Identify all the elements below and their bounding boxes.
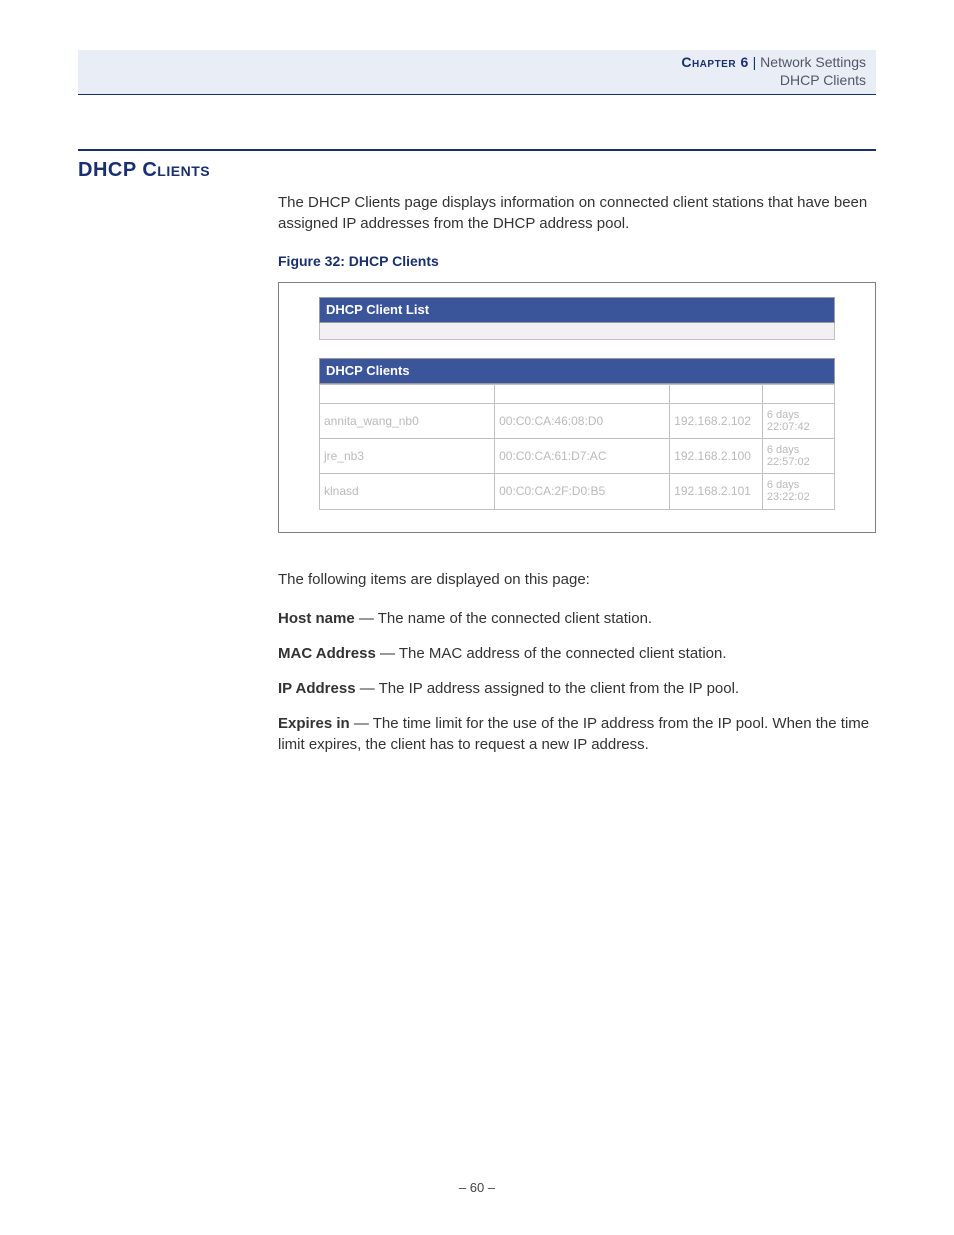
definition-desc: — The time limit for the use of the IP a… xyxy=(278,715,869,753)
definition-term: IP Address xyxy=(278,680,356,697)
definition-term: Expires in xyxy=(278,715,350,732)
page-number: – 60 – xyxy=(0,1180,954,1195)
table-row: klnasd 00:C0:CA:2F:D0:B5 192.168.2.101 6… xyxy=(320,474,835,509)
table-row: jre_nb3 00:C0:CA:61:D7:AC 192.168.2.100 … xyxy=(320,439,835,474)
dhcp-client-table: annita_wang_nb0 00:C0:CA:46:08:D0 192.16… xyxy=(319,384,835,510)
section-rule xyxy=(78,149,876,151)
screenshot-figure: DHCP Client List DHCP Clients annita_wan… xyxy=(278,282,876,533)
panel-title-dhcp-clients: DHCP Clients xyxy=(319,358,835,384)
cell-ip: 192.168.2.102 xyxy=(670,403,763,438)
page-header: Chapter 6 | Network Settings DHCP Client… xyxy=(78,50,876,95)
cell-ip: 192.168.2.100 xyxy=(670,439,763,474)
panel-title-client-list: DHCP Client List xyxy=(319,297,835,323)
cell-mac: 00:C0:CA:61:D7:AC xyxy=(495,439,670,474)
panel-band-1 xyxy=(319,323,835,340)
header-section: Network Settings xyxy=(760,54,866,70)
chapter-label: Chapter 6 xyxy=(681,54,748,70)
cell-mac: 00:C0:CA:2F:D0:B5 xyxy=(495,474,670,509)
cell-host: klnasd xyxy=(320,474,495,509)
definition-item: Host name — The name of the connected cl… xyxy=(278,608,876,629)
cell-ip: 192.168.2.101 xyxy=(670,474,763,509)
cell-expires: 6 days 23:22:02 xyxy=(762,474,834,509)
definition-item: IP Address — The IP address assigned to … xyxy=(278,678,876,699)
definition-item: MAC Address — The MAC address of the con… xyxy=(278,643,876,664)
table-row: annita_wang_nb0 00:C0:CA:46:08:D0 192.16… xyxy=(320,403,835,438)
cell-expires: 6 days 22:07:42 xyxy=(762,403,834,438)
items-intro: The following items are displayed on thi… xyxy=(278,569,876,590)
definition-term: MAC Address xyxy=(278,645,376,662)
figure-caption: Figure 32: DHCP Clients xyxy=(278,252,876,272)
intro-paragraph: The DHCP Clients page displays informati… xyxy=(278,192,876,234)
cell-expires: 6 days 22:57:02 xyxy=(762,439,834,474)
cell-mac: 00:C0:CA:46:08:D0 xyxy=(495,403,670,438)
section-title: DHCP Clients xyxy=(78,159,876,182)
cell-host: annita_wang_nb0 xyxy=(320,403,495,438)
definition-item: Expires in — The time limit for the use … xyxy=(278,713,876,755)
definition-desc: — The name of the connected client stati… xyxy=(355,610,652,627)
table-header-row xyxy=(320,384,835,403)
cell-host: jre_nb3 xyxy=(320,439,495,474)
definition-term: Host name xyxy=(278,610,355,627)
definition-list: Host name — The name of the connected cl… xyxy=(278,608,876,755)
definition-desc: — The MAC address of the connected clien… xyxy=(376,645,727,662)
header-subsection: DHCP Clients xyxy=(88,72,866,88)
definition-desc: — The IP address assigned to the client … xyxy=(356,680,740,697)
header-sep: | xyxy=(749,54,760,70)
